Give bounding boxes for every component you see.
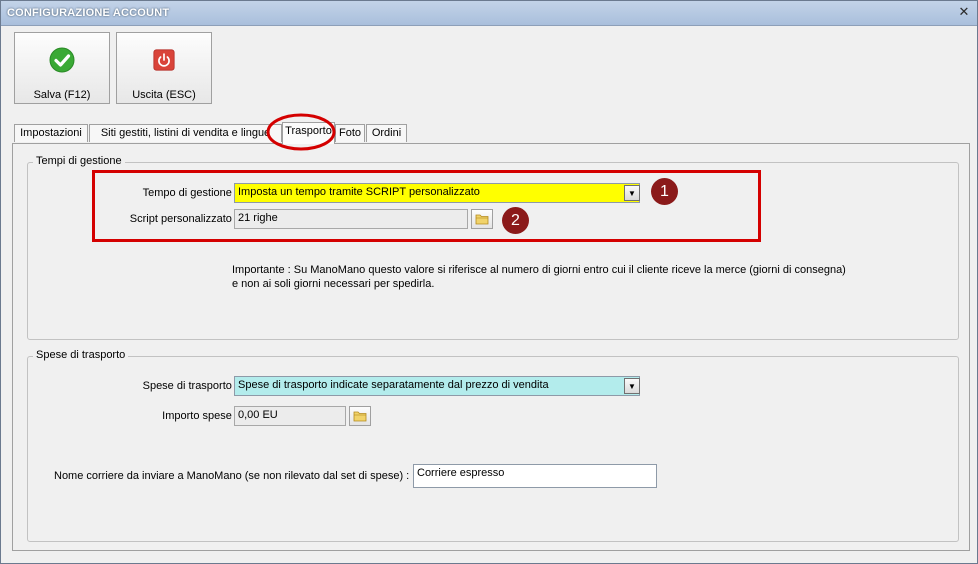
save-button[interactable]: Salva (F12) [14, 32, 110, 104]
exit-button-label: Uscita (ESC) [132, 89, 196, 101]
tempi-group-title: Tempi di gestione [33, 155, 125, 167]
corriere-input[interactable]: Corriere espresso [413, 464, 657, 488]
importo-folder-button[interactable] [349, 406, 371, 426]
importo-label: Importo spese : [162, 410, 238, 422]
tab-foto[interactable]: Foto [335, 124, 365, 142]
tab-highlight-ellipse [266, 113, 336, 151]
check-icon [49, 47, 75, 73]
spese-group: Spese di trasporto Spese di trasporto : … [27, 349, 959, 542]
corriere-label: Nome corriere da inviare a ManoMano (se … [54, 470, 410, 482]
close-icon[interactable]: ✕ [957, 6, 971, 20]
note-line-1: Importante : Su ManoMano questo valore s… [232, 264, 846, 276]
window-title: CONFIGURAZIONE ACCOUNT [7, 7, 170, 19]
spese-label: Spese di trasporto : [142, 380, 238, 392]
power-icon [153, 49, 175, 71]
save-button-label: Salva (F12) [33, 89, 91, 101]
importo-field: 0,00 EU [234, 406, 346, 426]
tab-ordini[interactable]: Ordini [366, 124, 407, 142]
tab-impostazioni[interactable]: Impostazioni [14, 124, 88, 142]
config-window: CONFIGURAZIONE ACCOUNT ✕ Salva (F12) Usc… [0, 0, 978, 564]
note-line-2: e non ai soli giorni necessari per spedi… [232, 278, 435, 290]
folder-icon [353, 411, 367, 422]
exit-button[interactable]: Uscita (ESC) [116, 32, 212, 104]
marker-2: 2 [502, 207, 529, 234]
marker-1: 1 [651, 178, 678, 205]
spese-select[interactable]: Spese di trasporto indicate separatament… [234, 376, 640, 396]
spese-group-title: Spese di trasporto [33, 349, 129, 361]
tab-siti-gestiti[interactable]: Siti gestiti, listini di vendita e lingu… [89, 124, 282, 142]
title-bar: CONFIGURAZIONE ACCOUNT ✕ [1, 1, 977, 26]
chevron-down-icon[interactable]: ▼ [624, 378, 640, 394]
